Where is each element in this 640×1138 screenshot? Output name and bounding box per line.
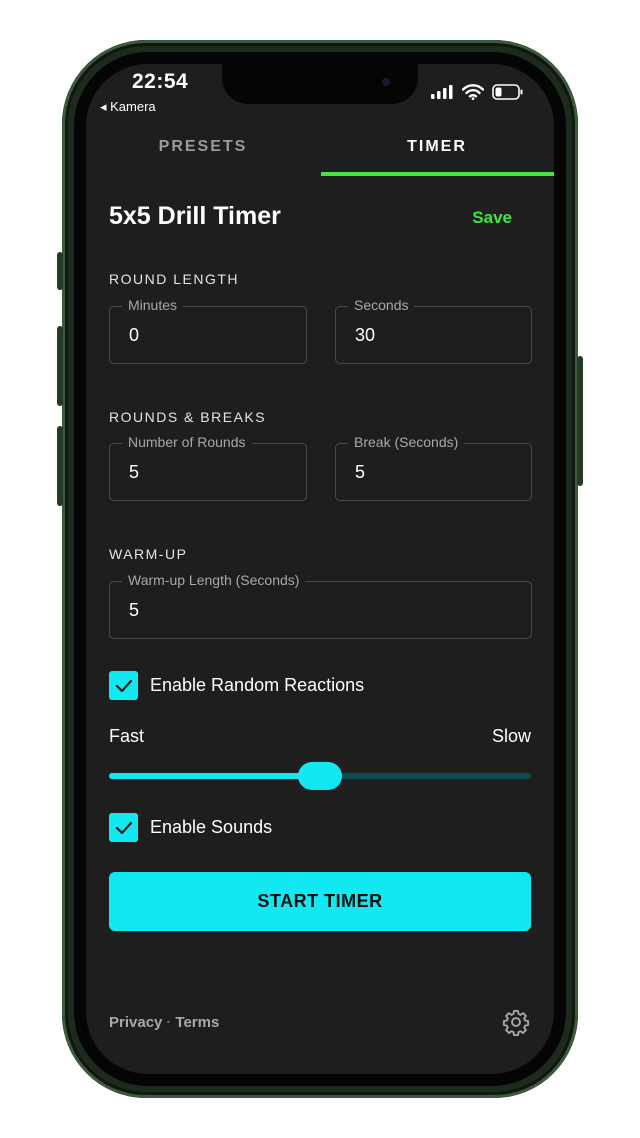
warmup-length-field[interactable]: Warm-up Length (Seconds) 5 (109, 572, 532, 639)
random-reactions-label[interactable]: Enable Random Reactions (150, 675, 364, 696)
speed-slider-fill (109, 773, 320, 779)
check-icon (115, 821, 132, 834)
random-reactions-checkbox[interactable] (109, 671, 138, 700)
minutes-value[interactable]: 0 (129, 325, 139, 346)
battery-icon (492, 84, 523, 100)
tab-bar: PRESETS TIMER (86, 128, 554, 176)
privacy-link[interactable]: Privacy (109, 1014, 162, 1031)
notch (222, 64, 418, 104)
section-rounds-breaks: ROUNDS & BREAKS (109, 409, 267, 425)
settings-button[interactable] (502, 1008, 530, 1041)
status-time: 22:54 (132, 70, 189, 93)
footer-separator: · (166, 1014, 172, 1031)
app-screen: 22:54 ◂ Kamera PRESETS TIMER 5x5 Drill T… (86, 64, 554, 1074)
seconds-field[interactable]: Seconds 30 (335, 297, 532, 364)
break-label: Break (Seconds) (348, 434, 465, 450)
terms-link[interactable]: Terms (175, 1014, 219, 1031)
sounds-label[interactable]: Enable Sounds (150, 817, 272, 838)
warmup-length-value[interactable]: 5 (129, 600, 139, 621)
rounds-label: Number of Rounds (122, 434, 252, 450)
section-round-length: ROUND LENGTH (109, 271, 240, 287)
break-field[interactable]: Break (Seconds) 5 (335, 434, 532, 501)
camera-dot (382, 78, 390, 86)
tab-timer[interactable]: TIMER (320, 128, 554, 176)
footer-links: Privacy · Terms (109, 1014, 219, 1031)
slider-min-label: Fast (109, 726, 145, 746)
minutes-field[interactable]: Minutes 0 (109, 297, 307, 364)
seconds-value[interactable]: 30 (355, 325, 375, 346)
minutes-label: Minutes (122, 297, 184, 313)
status-icons (430, 84, 524, 100)
back-to-app-link[interactable]: ◂ Kamera (100, 99, 156, 115)
side-button-volume-up (57, 326, 63, 406)
seconds-label: Seconds (348, 297, 415, 313)
tab-presets[interactable]: PRESETS (86, 128, 320, 176)
page-title: 5x5 Drill Timer (109, 202, 281, 230)
gear-icon (502, 1009, 530, 1037)
side-button-power (577, 356, 583, 486)
speed-slider-thumb[interactable] (298, 762, 342, 790)
side-button-mute (57, 252, 63, 290)
active-tab-indicator (321, 172, 554, 176)
check-icon (115, 679, 132, 692)
sounds-checkbox[interactable] (109, 813, 138, 842)
wifi-icon (462, 84, 484, 100)
side-button-volume-down (57, 426, 63, 506)
signal-icon (431, 85, 453, 99)
section-warmup: WARM-UP (109, 546, 188, 562)
start-timer-button[interactable]: START TIMER (109, 872, 531, 931)
slider-max-label: Slow (491, 726, 531, 746)
rounds-value[interactable]: 5 (129, 462, 139, 483)
save-button[interactable]: Save (472, 208, 512, 228)
warmup-length-label: Warm-up Length (Seconds) (122, 572, 306, 588)
rounds-field[interactable]: Number of Rounds 5 (109, 434, 307, 501)
break-value[interactable]: 5 (355, 462, 365, 483)
